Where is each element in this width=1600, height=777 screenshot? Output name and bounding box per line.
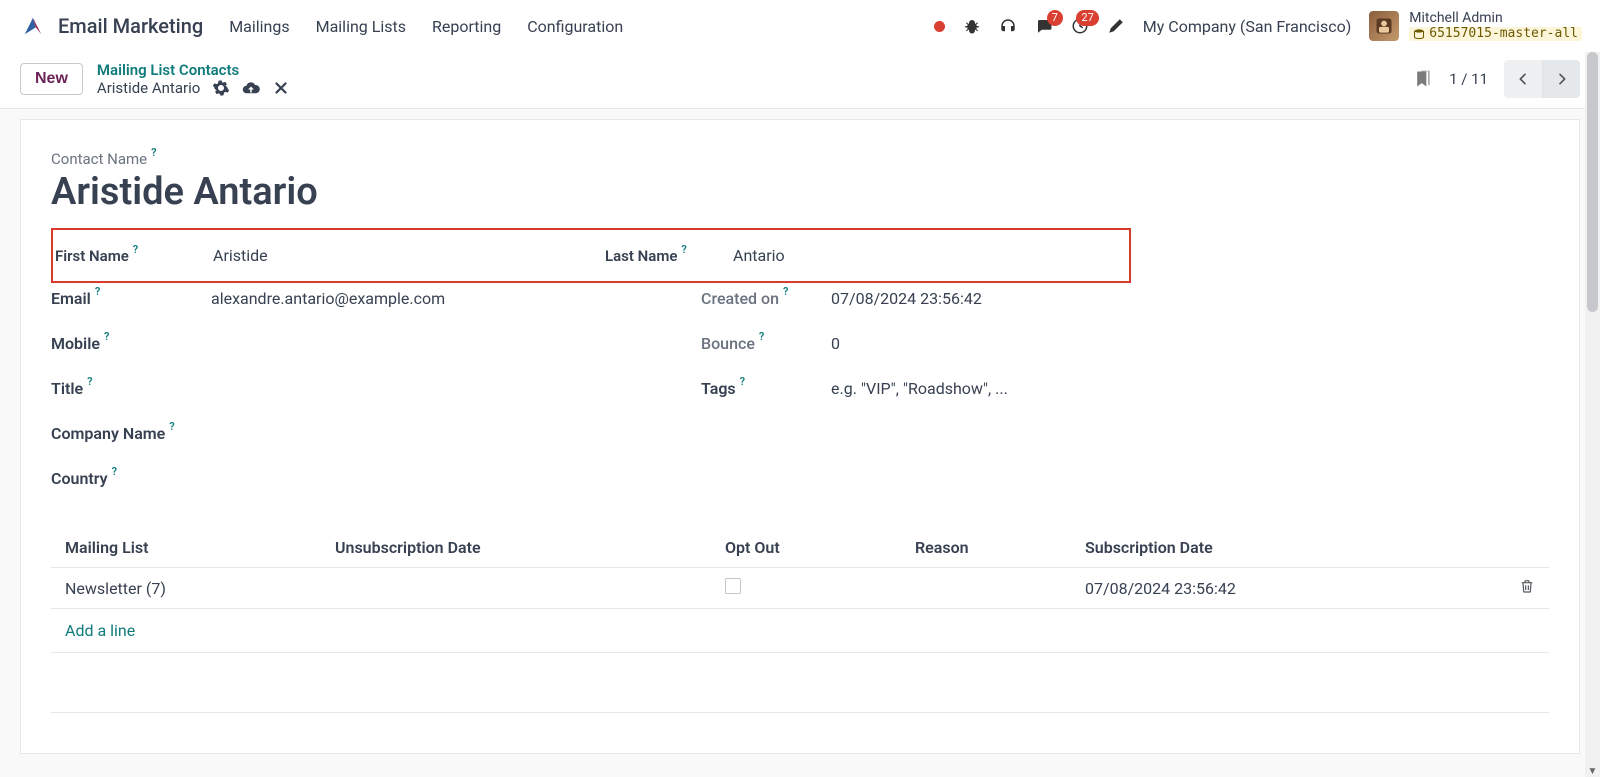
contact-name-field[interactable]: Aristide Antario bbox=[51, 170, 1549, 214]
discard-icon[interactable] bbox=[272, 79, 290, 97]
support-icon[interactable] bbox=[999, 17, 1017, 35]
cell-reason[interactable] bbox=[901, 568, 1071, 609]
help-icon[interactable]: ? bbox=[169, 420, 174, 439]
messages-badge: 7 bbox=[1047, 10, 1063, 26]
bug-icon[interactable] bbox=[963, 17, 981, 35]
contact-name-label: Contact Name? bbox=[51, 150, 157, 168]
breadcrumb-current: Aristide Antario bbox=[97, 79, 200, 97]
menu-reporting[interactable]: Reporting bbox=[432, 17, 501, 36]
col-reason[interactable]: Reason bbox=[901, 528, 1071, 568]
database-pill: 65157015-master-all bbox=[1409, 27, 1582, 41]
cell-unsub-date[interactable] bbox=[321, 568, 711, 609]
new-button[interactable]: New bbox=[20, 63, 83, 95]
menu-mailings[interactable]: Mailings bbox=[229, 17, 289, 36]
app-logo[interactable] bbox=[18, 11, 48, 41]
help-icon[interactable]: ? bbox=[104, 330, 109, 349]
activities-icon[interactable]: 27 bbox=[1071, 17, 1089, 35]
mobile-label: Mobile? bbox=[51, 334, 211, 353]
pager-next-button[interactable] bbox=[1542, 60, 1580, 98]
user-text: Mitchell Admin 65157015-master-all bbox=[1409, 11, 1582, 41]
activities-badge: 27 bbox=[1076, 10, 1098, 26]
email-label: Email? bbox=[51, 289, 211, 308]
trash-icon[interactable] bbox=[1519, 579, 1535, 598]
checkbox-icon[interactable] bbox=[725, 578, 741, 594]
tools-icon[interactable] bbox=[1107, 17, 1125, 35]
col-opt-out[interactable]: Opt Out bbox=[711, 528, 901, 568]
form-grid: Email? alexandre.antario@example.com Cre… bbox=[51, 289, 1171, 488]
company-name-label: Company Name? bbox=[51, 424, 211, 443]
help-icon[interactable]: ? bbox=[95, 285, 100, 304]
user-name: Mitchell Admin bbox=[1409, 11, 1582, 26]
user-menu[interactable]: Mitchell Admin 65157015-master-all bbox=[1369, 11, 1582, 41]
help-icon[interactable]: ? bbox=[151, 146, 156, 159]
last-name-field[interactable]: Antario bbox=[733, 246, 1123, 265]
scrollbar-thumb[interactable] bbox=[1587, 52, 1598, 312]
app-title[interactable]: Email Marketing bbox=[58, 14, 203, 38]
cell-sub-date[interactable]: 07/08/2024 23:56:42 bbox=[1071, 568, 1505, 609]
cell-mailing-list[interactable]: Newsletter (7) bbox=[51, 568, 321, 609]
tags-label: Tags? bbox=[701, 379, 831, 398]
cloud-upload-icon[interactable] bbox=[242, 79, 260, 97]
top-navbar: Email Marketing Mailings Mailing Lists R… bbox=[0, 0, 1600, 52]
created-on-field[interactable]: 07/08/2024 23:56:42 bbox=[831, 289, 1171, 308]
main-menu: Mailings Mailing Lists Reporting Configu… bbox=[229, 17, 623, 36]
menu-configuration[interactable]: Configuration bbox=[527, 17, 623, 36]
mailing-list-table: Mailing List Unsubscription Date Opt Out… bbox=[51, 528, 1549, 609]
tags-field[interactable]: e.g. "VIP", "Roadshow", ... bbox=[831, 379, 1171, 398]
vertical-scrollbar[interactable]: ▲ ▼ bbox=[1585, 52, 1600, 777]
help-icon[interactable]: ? bbox=[133, 243, 138, 256]
control-bar: New Mailing List Contacts Aristide Antar… bbox=[0, 52, 1600, 109]
messages-icon[interactable]: 7 bbox=[1035, 17, 1053, 35]
bounce-field[interactable]: 0 bbox=[831, 334, 1171, 353]
add-line-link[interactable]: Add a line bbox=[65, 621, 135, 640]
pager-area: 1 / 11 bbox=[1413, 60, 1580, 98]
recording-indicator-icon[interactable] bbox=[934, 21, 945, 32]
country-label: Country? bbox=[51, 469, 211, 488]
help-icon[interactable]: ? bbox=[681, 243, 686, 256]
company-selector[interactable]: My Company (San Francisco) bbox=[1143, 17, 1352, 36]
user-avatar bbox=[1369, 11, 1399, 41]
last-name-label: Last Name? bbox=[603, 247, 733, 265]
gear-icon[interactable] bbox=[212, 79, 230, 97]
database-name: 65157015-master-all bbox=[1429, 27, 1578, 41]
bookmark-icon[interactable] bbox=[1413, 68, 1433, 90]
bounce-label: Bounce? bbox=[701, 334, 831, 353]
highlighted-name-row: First Name? Aristide Last Name? Antario bbox=[51, 228, 1131, 283]
col-unsub-date[interactable]: Unsubscription Date bbox=[321, 528, 711, 568]
pager-prev-button[interactable] bbox=[1504, 60, 1542, 98]
col-mailing-list[interactable]: Mailing List bbox=[51, 528, 321, 568]
help-icon[interactable]: ? bbox=[783, 285, 788, 304]
cell-opt-out[interactable] bbox=[711, 568, 901, 609]
help-icon[interactable]: ? bbox=[759, 330, 764, 349]
breadcrumb-parent[interactable]: Mailing List Contacts bbox=[97, 61, 239, 79]
breadcrumb: Mailing List Contacts Aristide Antario bbox=[97, 61, 290, 97]
col-sub-date[interactable]: Subscription Date bbox=[1071, 528, 1505, 568]
menu-mailing-lists[interactable]: Mailing Lists bbox=[316, 17, 406, 36]
topbar-right: 7 27 My Company (San Francisco) Mitchell… bbox=[934, 11, 1582, 41]
pager-text[interactable]: 1 / 11 bbox=[1449, 70, 1488, 88]
help-icon[interactable]: ? bbox=[87, 375, 92, 394]
email-field[interactable]: alexandre.antario@example.com bbox=[211, 289, 701, 308]
add-line-row: Add a line bbox=[51, 609, 1549, 653]
scroll-down-icon[interactable]: ▼ bbox=[1585, 766, 1600, 777]
created-on-label: Created on? bbox=[701, 289, 831, 308]
form-sheet: Contact Name? Aristide Antario First Nam… bbox=[20, 119, 1580, 754]
first-name-label: First Name? bbox=[53, 247, 213, 265]
help-icon[interactable]: ? bbox=[740, 375, 745, 394]
sheet-wrap: Contact Name? Aristide Antario First Nam… bbox=[0, 109, 1600, 764]
title-label: Title? bbox=[51, 379, 211, 398]
table-row[interactable]: Newsletter (7) 07/08/2024 23:56:42 bbox=[51, 568, 1549, 609]
help-icon[interactable]: ? bbox=[112, 465, 117, 484]
first-name-field[interactable]: Aristide bbox=[213, 246, 603, 265]
